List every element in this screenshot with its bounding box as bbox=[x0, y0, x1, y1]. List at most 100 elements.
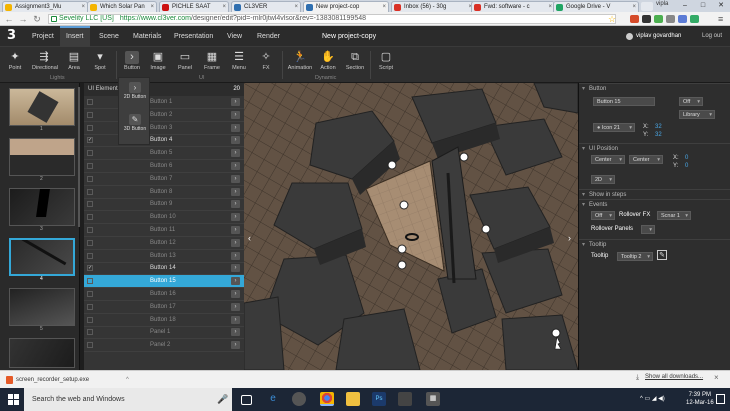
ui-element-row[interactable]: Button 6 › bbox=[84, 160, 244, 173]
ui-element-row[interactable]: Button 18 › bbox=[84, 314, 244, 327]
tool-point-light[interactable]: ✦ Point bbox=[3, 51, 27, 71]
profile-chip[interactable]: vipla bbox=[656, 1, 668, 7]
close-tab-icon[interactable]: × bbox=[548, 2, 552, 12]
tool-frame[interactable]: ▦ Frame bbox=[200, 51, 224, 71]
ui-element-row[interactable]: ✓ Button 14 › bbox=[84, 262, 244, 276]
thumbnail-step[interactable] bbox=[9, 338, 75, 368]
row-go-arrow-icon[interactable]: › bbox=[231, 315, 240, 324]
task-view-icon[interactable] bbox=[241, 395, 252, 405]
row-go-arrow-icon[interactable]: › bbox=[231, 302, 240, 311]
position-y-value[interactable]: 0 bbox=[685, 163, 688, 169]
row-go-arrow-icon[interactable]: › bbox=[231, 277, 240, 286]
mode-dropdown[interactable]: 2D bbox=[591, 175, 615, 184]
rollover-fx-dropdown[interactable]: Scnar 1 bbox=[657, 211, 691, 220]
row-checkbox[interactable] bbox=[87, 111, 93, 118]
2d-button-option[interactable]: › 2D Button bbox=[119, 82, 151, 100]
close-tab-icon[interactable]: × bbox=[632, 2, 636, 12]
taskbar-search-input[interactable]: Search the web and Windows bbox=[24, 388, 232, 411]
ui-element-row[interactable]: ✓ Button 4 › bbox=[84, 134, 244, 148]
row-checkbox[interactable] bbox=[87, 124, 93, 131]
row-go-arrow-icon[interactable]: › bbox=[231, 149, 240, 158]
menu-render[interactable]: Render bbox=[251, 26, 286, 47]
extension-icon[interactable] bbox=[654, 15, 663, 23]
row-go-arrow-icon[interactable]: › bbox=[231, 213, 240, 222]
vertical-align-dropdown[interactable]: Center bbox=[629, 155, 663, 164]
row-checkbox[interactable] bbox=[87, 175, 93, 182]
position-x-value[interactable]: 0 bbox=[685, 155, 688, 161]
row-go-arrow-icon[interactable]: › bbox=[231, 264, 240, 273]
close-tab-icon[interactable]: × bbox=[150, 2, 154, 12]
ui-element-row[interactable]: Button 12 › bbox=[84, 237, 244, 250]
row-checkbox[interactable] bbox=[87, 201, 93, 208]
tool-panel[interactable]: ▭ Panel bbox=[173, 51, 197, 71]
visibility-dropdown[interactable]: Off bbox=[679, 97, 703, 106]
tooltip-dropdown[interactable]: Tooltip 2 bbox=[617, 252, 653, 261]
forward-arrow-icon[interactable]: → bbox=[17, 13, 29, 25]
close-download-bar-icon[interactable]: × bbox=[714, 373, 719, 382]
tool-script[interactable]: ▢ Script bbox=[374, 51, 398, 71]
row-checkbox[interactable] bbox=[87, 342, 93, 349]
button-name-input[interactable]: Button 15 bbox=[593, 97, 655, 106]
tool-animation[interactable]: 🏃 Animation bbox=[286, 51, 314, 71]
row-go-arrow-icon[interactable]: › bbox=[231, 328, 240, 337]
thumbnail-step[interactable] bbox=[9, 138, 75, 176]
row-checkbox[interactable]: ✓ bbox=[87, 265, 93, 272]
row-go-arrow-icon[interactable]: › bbox=[231, 187, 240, 196]
ui-element-row[interactable]: Button 1 › bbox=[84, 96, 244, 109]
browser-menu-icon[interactable]: ≡ bbox=[718, 14, 723, 24]
ui-element-row-selected[interactable]: Button 15 › bbox=[84, 275, 244, 289]
browser-tab[interactable]: Which Solar Pan × bbox=[87, 1, 157, 12]
extension-icon[interactable] bbox=[666, 15, 675, 23]
row-go-arrow-icon[interactable]: › bbox=[231, 341, 240, 350]
extension-icon[interactable] bbox=[678, 15, 687, 23]
back-arrow-icon[interactable]: ← bbox=[3, 13, 15, 25]
close-tab-icon[interactable]: × bbox=[294, 2, 298, 12]
row-go-arrow-icon[interactable]: › bbox=[231, 110, 240, 119]
show-all-downloads-link[interactable]: Show all downloads... bbox=[645, 374, 703, 380]
row-checkbox[interactable] bbox=[87, 252, 93, 259]
row-go-arrow-icon[interactable]: › bbox=[231, 238, 240, 247]
viewport-prev-arrow[interactable]: ‹ bbox=[248, 233, 251, 243]
thumbnail-step[interactable] bbox=[9, 88, 75, 126]
extension-icon[interactable] bbox=[642, 15, 651, 23]
thumbnail-step[interactable] bbox=[9, 188, 75, 226]
chevron-up-icon[interactable]: ^ bbox=[126, 373, 129, 387]
browser-tab[interactable]: CL3VER × bbox=[231, 1, 301, 12]
app-icon[interactable] bbox=[398, 392, 412, 406]
row-checkbox[interactable] bbox=[87, 329, 93, 336]
row-go-arrow-icon[interactable]: › bbox=[231, 123, 240, 132]
row-checkbox[interactable] bbox=[87, 188, 93, 195]
row-checkbox[interactable]: ✓ bbox=[87, 137, 93, 144]
row-go-arrow-icon[interactable]: › bbox=[231, 136, 240, 145]
ui-element-row[interactable]: Panel 2 › bbox=[84, 339, 244, 353]
row-checkbox[interactable] bbox=[87, 278, 93, 285]
tool-directional-light[interactable]: ⇶ Directional bbox=[32, 51, 58, 71]
tool-area-light[interactable]: ▤ Area bbox=[62, 51, 86, 71]
browser-tab[interactable]: Assignment3_Mu × bbox=[2, 1, 88, 12]
icon-dropdown[interactable]: ● Icon 21 bbox=[593, 123, 635, 132]
microphone-icon[interactable]: 🎤 bbox=[216, 392, 230, 406]
browser-tab[interactable]: Inbox (56) - 30g× bbox=[391, 1, 475, 12]
tool-fx[interactable]: ✧ FX bbox=[254, 51, 278, 71]
chrome-icon[interactable] bbox=[320, 392, 334, 406]
thumbnails-scrollbar[interactable] bbox=[78, 87, 80, 227]
system-tray-icons[interactable]: ^ ▭ ◢ ◀) bbox=[640, 395, 665, 402]
windows-start-icon[interactable] bbox=[8, 394, 19, 405]
extension-icon[interactable] bbox=[630, 15, 639, 23]
ui-element-row[interactable]: Button 10 › bbox=[84, 211, 244, 225]
row-go-arrow-icon[interactable]: › bbox=[231, 162, 240, 170]
row-checkbox[interactable] bbox=[87, 316, 93, 323]
url-input[interactable]: Sevelity LLC [US] https://www.cl3ver.com… bbox=[48, 14, 616, 24]
icon-x-value[interactable]: 32 bbox=[655, 124, 662, 130]
download-item[interactable]: screen_recorder_setup.exe ^ bbox=[4, 373, 129, 387]
close-tab-icon[interactable]: × bbox=[382, 2, 386, 12]
close-tab-icon[interactable]: × bbox=[222, 2, 226, 12]
tool-section[interactable]: ⧉ Section bbox=[342, 51, 368, 71]
browser-tab[interactable]: Google Drive - V × bbox=[553, 1, 639, 12]
ui-element-row[interactable]: Button 5 › bbox=[84, 147, 244, 161]
section-show-in-steps[interactable]: Show in steps bbox=[579, 189, 730, 200]
bookmark-star-icon[interactable]: ☆ bbox=[608, 14, 616, 24]
row-go-arrow-icon[interactable]: › bbox=[231, 98, 240, 106]
calculator-icon[interactable]: ▦ bbox=[426, 392, 440, 406]
app-icon[interactable] bbox=[292, 392, 306, 406]
